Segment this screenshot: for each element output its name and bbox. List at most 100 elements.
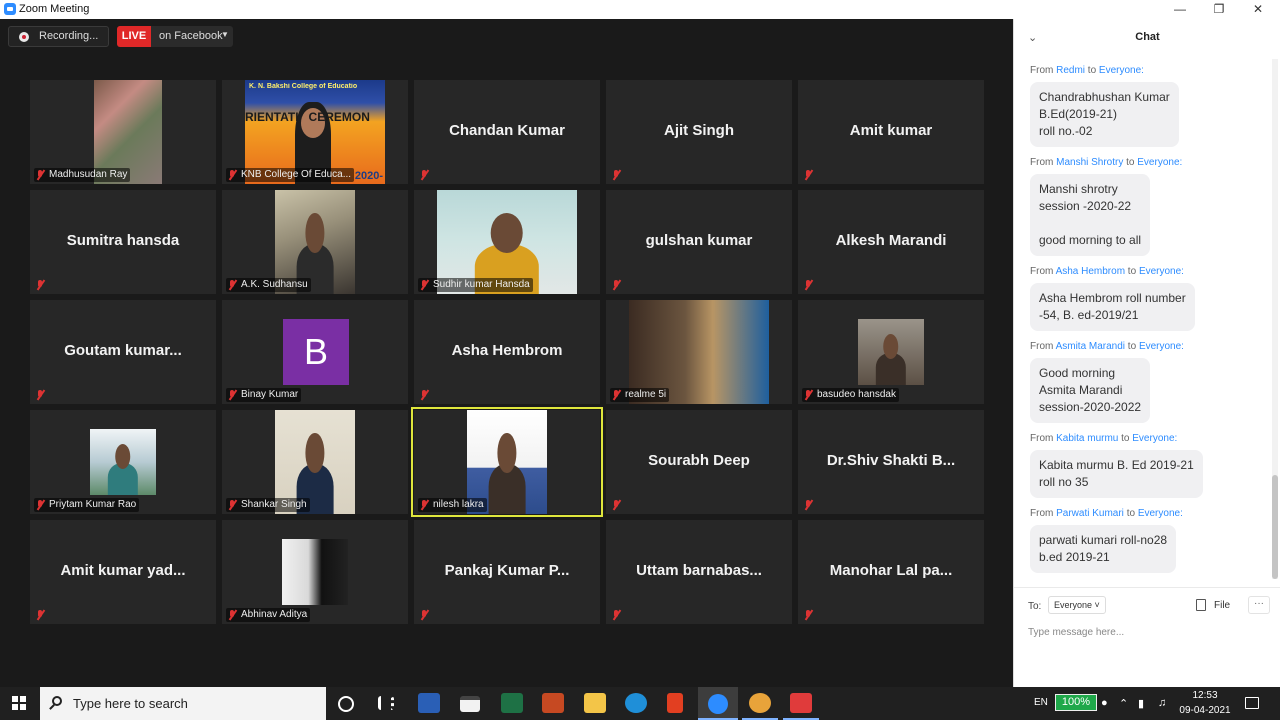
participant-tile[interactable]: Alkesh Marandi	[798, 190, 984, 294]
chevron-up-icon[interactable]: ⌃	[1119, 697, 1128, 710]
close-button[interactable]: ✕	[1238, 0, 1278, 19]
chat-scrollbar[interactable]	[1272, 59, 1278, 579]
participant-tile[interactable]: Sumitra hansda	[30, 190, 216, 294]
participant-name: basudeo hansdak	[817, 389, 896, 400]
mic-muted-icon	[803, 389, 813, 401]
participant-name-label: Sudhir kumar Hansda	[418, 278, 533, 292]
maximize-button[interactable]: ❐	[1199, 0, 1239, 19]
participant-display-name: Uttam barnabas...	[636, 562, 762, 579]
participant-tile[interactable]: Amit kumar yad...	[30, 520, 216, 624]
mic-muted-icon	[803, 499, 813, 511]
chat-message: From Redmi to Everyone: Chandrabhushan Ku…	[1030, 65, 1179, 147]
participant-tile[interactable]: A.K. Sudhansu	[222, 190, 408, 294]
participant-name-label	[34, 608, 52, 622]
battery-icon[interactable]: ▮	[1138, 697, 1144, 710]
participant-name-label	[34, 278, 52, 292]
participant-head	[497, 433, 517, 474]
recipient-select[interactable]: Everyone ˅	[1048, 596, 1106, 614]
chat-message-input[interactable]	[1028, 622, 1268, 642]
participant-tile[interactable]: Goutam kumar...	[30, 300, 216, 404]
participant-name: KNB College Of Educa...	[241, 169, 352, 180]
participant-tile[interactable]: Pankaj Kumar P...	[414, 520, 600, 624]
participant-display-name: Asha Hembrom	[451, 342, 563, 359]
sender-name[interactable]: Asmita Marandi	[1056, 341, 1125, 352]
participant-tile[interactable]: Shankar Singh	[222, 410, 408, 514]
participant-name-label	[802, 608, 820, 622]
file-button[interactable]: File	[1214, 600, 1230, 611]
participant-tile[interactable]: Priytam Kumar Rao	[30, 410, 216, 514]
participant-tile[interactable]: Amit kumar	[798, 80, 984, 184]
participant-head	[305, 433, 325, 474]
mic-muted-icon	[35, 279, 45, 291]
participant-name-label	[802, 278, 820, 292]
mic-muted-icon	[35, 609, 45, 621]
chat-message-sender: From Asmita Marandi to Everyone:	[1030, 341, 1184, 352]
sender-name[interactable]: Redmi	[1056, 65, 1085, 76]
participant-tile[interactable]: realme 5i	[606, 300, 792, 404]
zoom-app-icon	[4, 3, 16, 15]
participant-tile[interactable]: K. N. Bakshi College of Educatio RIENTATI…	[222, 80, 408, 184]
recipient-name: Everyone:	[1137, 508, 1183, 519]
chat-message-bubble: Asha Hembrom roll number -54, B. ed-2019…	[1030, 283, 1195, 331]
participant-tile[interactable]: Madhusudan Ray	[30, 80, 216, 184]
minimize-button[interactable]: —	[1160, 0, 1200, 19]
live-stream-indicator[interactable]: LIVE on Facebook ▼	[117, 26, 233, 47]
participant-tile[interactable]: Uttam barnabas...	[606, 520, 792, 624]
more-options-button[interactable]: ···	[1248, 596, 1270, 614]
participant-tile[interactable]: Ajit Singh	[606, 80, 792, 184]
participant-tile[interactable]: B Binay Kumar	[222, 300, 408, 404]
participant-tile[interactable]: Sudhir kumar Hansda	[414, 190, 600, 294]
mic-muted-icon	[611, 169, 621, 181]
file-icon[interactable]	[1196, 599, 1206, 611]
participant-tile[interactable]: Manohar Lal pa...	[798, 520, 984, 624]
notification-icon[interactable]	[1245, 697, 1259, 709]
chat-message: From Manshi Shrotry to Everyone: Manshi s…	[1030, 157, 1182, 256]
participant-name: Sudhir kumar Hansda	[433, 279, 530, 290]
participant-tile[interactable]: basudeo hansdak	[798, 300, 984, 404]
participant-name-label: A.K. Sudhansu	[226, 278, 311, 292]
participant-name-label	[418, 388, 436, 402]
clock-date[interactable]: 09-04-2021	[1178, 705, 1232, 716]
participant-tile[interactable]: Sourabh Deep	[606, 410, 792, 514]
volume-icon[interactable]: ♫	[1158, 697, 1166, 709]
meeting-video-area: Recording... LIVE on Facebook ▼ Madhusud…	[0, 19, 1013, 687]
record-icon	[19, 32, 29, 42]
battery-indicator[interactable]: 100%	[1055, 694, 1097, 711]
participant-name: Priytam Kumar Rao	[49, 499, 137, 510]
participant-tile[interactable]: Abhinav Aditya	[222, 520, 408, 624]
chat-message-sender: From Parwati Kumari to Everyone:	[1030, 508, 1183, 519]
participant-tile[interactable]: Dr.Shiv Shakti B...	[798, 410, 984, 514]
language-indicator[interactable]: EN	[1034, 697, 1048, 708]
participant-display-name: Pankaj Kumar P...	[444, 562, 570, 579]
participant-head	[115, 443, 131, 470]
clock-time[interactable]: 12:53	[1183, 690, 1227, 701]
banner-college-text: K. N. Bakshi College of Educatio	[249, 83, 358, 90]
chat-message-bubble: Kabita murmu B. Ed 2019-21 roll no 35	[1030, 450, 1203, 498]
mic-muted-icon	[611, 279, 621, 291]
participant-tile[interactable]: nilesh lakra	[411, 407, 603, 517]
chat-panel: ⌄ Chat From Redmi to Everyone: Chandrabhu…	[1013, 19, 1280, 687]
recording-indicator[interactable]: Recording...	[8, 26, 109, 47]
window-title: Zoom Meeting	[19, 3, 90, 15]
participant-tile[interactable]: Chandan Kumar	[414, 80, 600, 184]
participant-tile[interactable]: Asha Hembrom	[414, 300, 600, 404]
chat-message: From Kabita murmu to Everyone: Kabita mur…	[1030, 433, 1203, 498]
sender-name[interactable]: Manshi Shrotry	[1056, 157, 1123, 168]
participant-name-label	[802, 168, 820, 182]
windows-taskbar: Type here to search EN 100% ● ⌃ ▮ ♫ 12:5…	[0, 687, 1280, 720]
chat-message-sender: From Asha Hembrom to Everyone:	[1030, 266, 1195, 277]
participant-name: realme 5i	[625, 389, 667, 400]
recipient-value: Everyone	[1054, 600, 1093, 610]
sender-name[interactable]: Asha Hembrom	[1056, 266, 1125, 277]
participant-name-label	[802, 498, 820, 512]
sender-name[interactable]: Parwati Kumari	[1056, 508, 1124, 519]
to-word: to	[1123, 157, 1138, 168]
participant-name-label: nilesh lakra	[418, 498, 487, 512]
participant-avatar: B	[283, 319, 349, 385]
banner-ceremony-text: RIENTATI CEREMON	[245, 110, 370, 124]
microphone-icon[interactable]: ●	[1101, 697, 1108, 709]
scrollbar-thumb[interactable]	[1272, 475, 1278, 579]
mic-muted-icon	[227, 169, 237, 181]
sender-name[interactable]: Kabita murmu	[1056, 433, 1118, 444]
participant-tile[interactable]: gulshan kumar	[606, 190, 792, 294]
